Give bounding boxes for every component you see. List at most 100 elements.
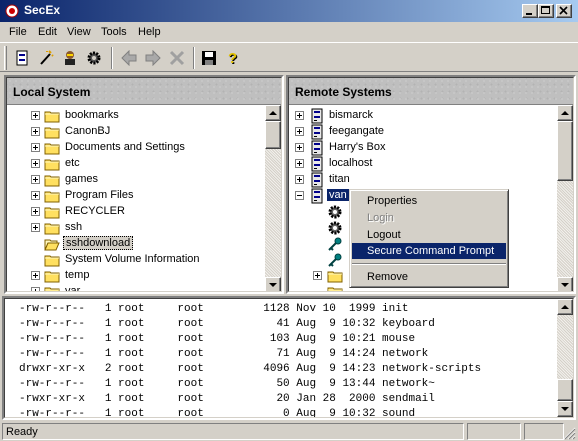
save-button[interactable] (198, 46, 220, 70)
remote-host-label: localhost (329, 157, 373, 169)
terminal-line: -rw-r--r-- 1 root root 41 Aug 9 10:32 ke… (19, 318, 435, 330)
back-arrow-icon (121, 50, 137, 66)
tree-item[interactable]: System Volume Information (7, 252, 265, 268)
wizard-button[interactable] (35, 46, 57, 70)
tree-item[interactable]: Program Files (7, 188, 265, 204)
key-icon (327, 252, 343, 268)
folder-icon (44, 140, 60, 156)
menu-bar: File Edit View Tools Help (0, 22, 578, 42)
tree-item[interactable]: games (7, 172, 265, 188)
toolbar-separator (193, 47, 195, 69)
folder-icon (44, 156, 60, 172)
scroll-up-button[interactable] (265, 105, 281, 121)
terminal-scrollbar[interactable] (557, 299, 573, 417)
scroll-up-button[interactable] (557, 299, 573, 315)
scroll-down-button[interactable] (557, 277, 573, 291)
resize-grip-icon[interactable] (563, 427, 576, 440)
tree-item[interactable]: Documents and Settings (7, 140, 265, 156)
gear-icon (327, 204, 343, 220)
local-system-pane: Local System bookmarks CanonBJ Documents a… (4, 75, 284, 294)
expand-toggle[interactable] (313, 271, 322, 280)
tree-item-label: sshdownload (63, 236, 134, 250)
tree-item[interactable]: ssh (7, 220, 265, 236)
maximize-button[interactable] (538, 4, 554, 18)
expand-toggle[interactable] (31, 223, 40, 232)
menu-item-properties[interactable]: Properties (352, 193, 506, 209)
menu-file[interactable]: File (9, 26, 27, 38)
context-menu: Properties Login Logout Secure Command P… (349, 189, 509, 288)
expand-toggle[interactable] (31, 191, 40, 200)
tree-item[interactable]: temp (7, 268, 265, 284)
terminal-line: -rw-r--r-- 1 root root 0 Aug 9 10:32 sou… (19, 408, 416, 418)
tree-item[interactable]: RECYCLER (7, 204, 265, 220)
scroll-thumb[interactable] (557, 379, 573, 401)
scroll-thumb[interactable] (557, 121, 573, 181)
expand-toggle[interactable] (31, 207, 40, 216)
user-button[interactable] (59, 46, 81, 70)
expand-toggle[interactable] (295, 191, 304, 200)
expand-toggle[interactable] (31, 111, 40, 120)
menu-item-remove[interactable]: Remove (352, 269, 506, 285)
app-icon (5, 4, 19, 18)
back-button[interactable] (118, 46, 140, 70)
scroll-down-button[interactable] (265, 277, 281, 291)
remote-host-item[interactable]: bismarck (289, 108, 557, 124)
expand-toggle[interactable] (295, 143, 304, 152)
expand-toggle[interactable] (295, 159, 304, 168)
tree-item[interactable]: sshdownload (7, 236, 265, 252)
server-icon (309, 188, 325, 204)
scroll-down-button[interactable] (557, 401, 573, 417)
wizard-icon (40, 50, 54, 65)
menu-help[interactable]: Help (138, 26, 161, 38)
menu-edit[interactable]: Edit (38, 26, 57, 38)
remote-host-item[interactable]: localhost (289, 156, 557, 172)
expand-toggle[interactable] (31, 143, 40, 152)
server-icon (309, 156, 325, 172)
menu-tools[interactable]: Tools (101, 26, 127, 38)
save-icon (202, 51, 216, 65)
menu-item-secure-command-prompt[interactable]: Secure Command Prompt (352, 243, 506, 259)
menu-view[interactable]: View (67, 26, 91, 38)
tree-item[interactable]: var (7, 284, 265, 291)
toolbar-grip[interactable] (4, 46, 7, 70)
terminal-line: -rw-r--r-- 1 root root 71 Aug 9 14:24 ne… (19, 348, 429, 360)
expand-toggle[interactable] (295, 111, 304, 120)
stop-button[interactable] (166, 46, 188, 70)
tree-item-label: Program Files (65, 189, 134, 201)
tree-item[interactable]: CanonBJ (7, 124, 265, 140)
tree-item[interactable]: bookmarks (7, 108, 265, 124)
menu-item-login: Login (367, 212, 394, 224)
expand-toggle[interactable] (295, 175, 304, 184)
scroll-thumb[interactable] (265, 121, 281, 149)
expand-toggle[interactable] (31, 287, 40, 291)
remote-host-item[interactable]: titan (289, 172, 557, 188)
tree-item-label: RECYCLER (65, 205, 125, 217)
folder-icon (327, 284, 343, 291)
remote-scrollbar[interactable] (557, 105, 573, 291)
expand-toggle[interactable] (31, 127, 40, 136)
folder-icon (44, 188, 60, 204)
expand-toggle[interactable] (31, 271, 40, 280)
title-bar[interactable]: SecEx (0, 0, 578, 22)
scroll-up-button[interactable] (557, 105, 573, 121)
terminal-pane[interactable]: -rw-r--r-- 1 root root 1128 Nov 10 1999 … (2, 296, 576, 420)
remote-host-label: van (327, 189, 349, 201)
forward-button[interactable] (142, 46, 164, 70)
remote-host-item[interactable]: Harry's Box (289, 140, 557, 156)
forward-arrow-icon (145, 50, 161, 66)
menu-item-logout[interactable]: Logout (352, 227, 506, 243)
server-icon (309, 140, 325, 156)
expand-toggle[interactable] (31, 175, 40, 184)
help-button[interactable]: ?? (222, 46, 244, 70)
tree-item-label: Documents and Settings (65, 141, 185, 153)
settings-button[interactable] (83, 46, 105, 70)
expand-toggle[interactable] (31, 159, 40, 168)
minimize-button[interactable] (522, 4, 538, 18)
local-scrollbar[interactable] (265, 105, 281, 291)
connect-button[interactable] (11, 46, 33, 70)
tree-item[interactable]: etc (7, 156, 265, 172)
folder-icon (44, 220, 60, 236)
remote-host-item[interactable]: feegangate (289, 124, 557, 140)
close-button[interactable] (556, 4, 572, 18)
expand-toggle[interactable] (295, 127, 304, 136)
